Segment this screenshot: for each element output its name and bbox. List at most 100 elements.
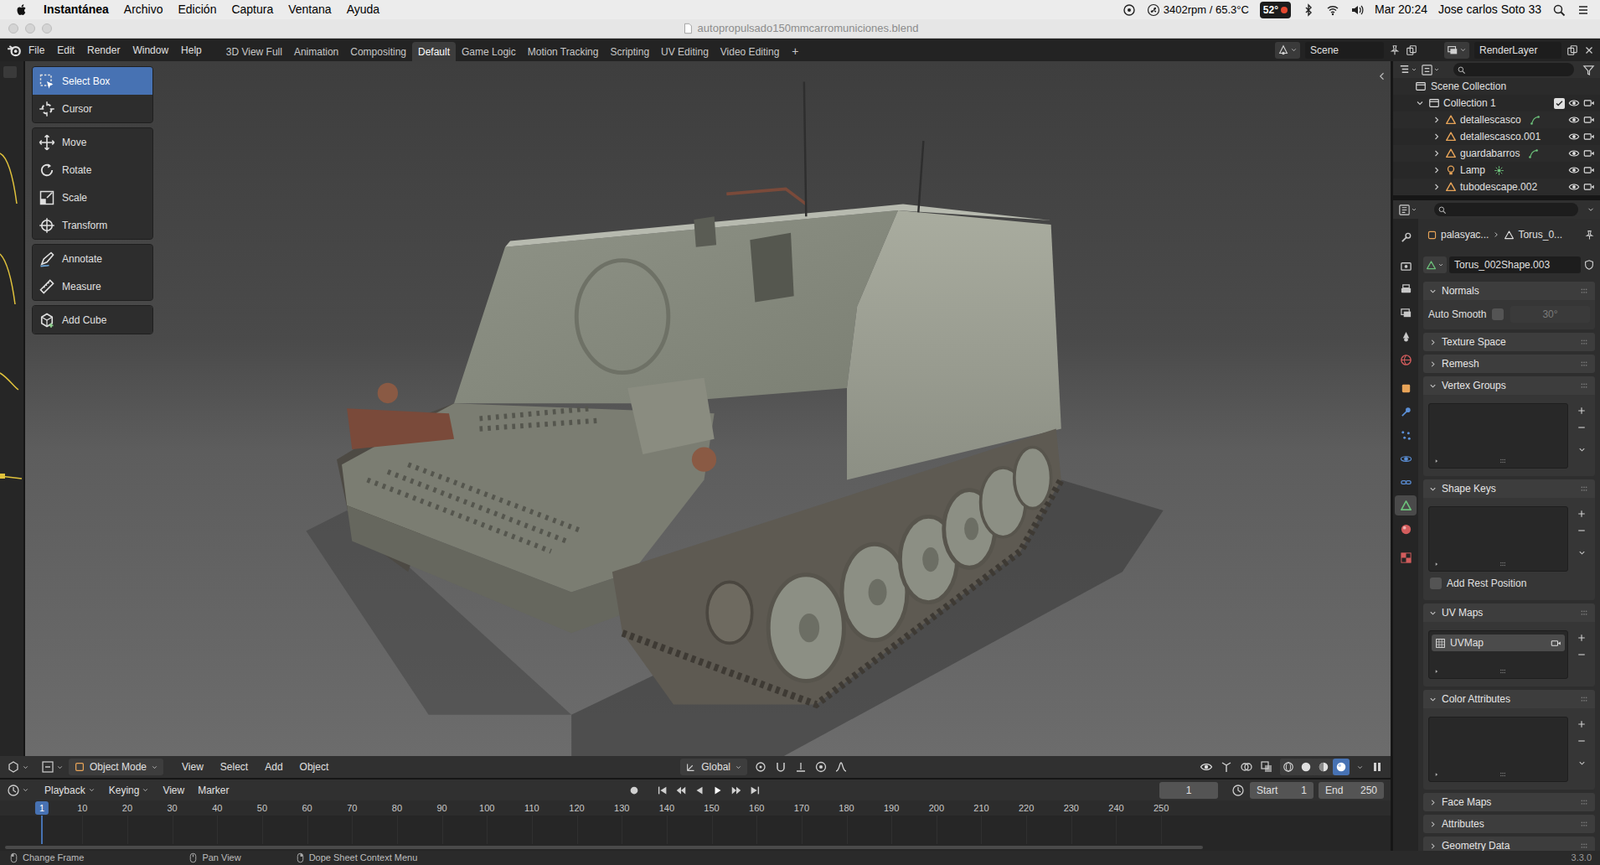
frame-ruler[interactable]: 1020304050607080901001101201301401501601… xyxy=(0,800,1391,816)
viewport-render[interactable] xyxy=(25,61,1391,756)
drag-handle-icon[interactable] xyxy=(1578,335,1590,348)
clock[interactable]: Mar 20:24 xyxy=(1374,0,1428,19)
timeline-scrollbar[interactable] xyxy=(5,845,1203,849)
timeline-menu[interactable]: Keying xyxy=(108,782,150,798)
blender-logo-icon[interactable] xyxy=(6,42,22,58)
specials-menu-button[interactable] xyxy=(1573,441,1590,457)
list-resize-grip-icon[interactable] xyxy=(1496,769,1510,780)
scene-selector[interactable] xyxy=(1274,41,1301,59)
snap-icon[interactable] xyxy=(774,759,788,774)
workspace-tab[interactable]: Video Editing xyxy=(714,41,786,62)
properties-tab[interactable] xyxy=(1394,278,1417,300)
panel-header[interactable]: Color Attributes xyxy=(1423,689,1595,708)
visibility-toggle-icon[interactable] xyxy=(1568,130,1580,143)
remove-item-button[interactable] xyxy=(1573,732,1590,749)
menu-item[interactable]: Add xyxy=(264,758,283,775)
dropdown-arrow-icon[interactable] xyxy=(21,763,30,771)
pin-icon[interactable] xyxy=(1388,44,1401,57)
timeline-menu[interactable]: View xyxy=(162,782,185,798)
list-box[interactable] xyxy=(1428,716,1569,782)
view-layer-field[interactable]: RenderLayer xyxy=(1474,41,1562,59)
preview-range-icon[interactable] xyxy=(1231,783,1245,797)
auto-smooth-checkbox[interactable] xyxy=(1491,308,1504,320)
dropdown-arrow-icon[interactable] xyxy=(1410,206,1418,213)
breadcrumb-object[interactable]: palasyac... xyxy=(1440,227,1489,243)
angle-field[interactable]: 30° xyxy=(1510,305,1590,323)
list-resize-grip-icon[interactable] xyxy=(1496,665,1510,677)
modifier-icon[interactable] xyxy=(1529,114,1541,126)
remove-item-button[interactable] xyxy=(1573,646,1590,662)
properties-tab[interactable] xyxy=(1394,471,1417,492)
panel-header[interactable]: Normals xyxy=(1423,281,1595,300)
playhead[interactable]: 1 xyxy=(35,800,49,815)
wifi-icon[interactable] xyxy=(1326,3,1340,17)
play-icon[interactable] xyxy=(712,784,724,796)
start-frame-field[interactable]: Start1 xyxy=(1249,781,1314,799)
properties-tab[interactable] xyxy=(1394,518,1417,539)
outliner-search[interactable] xyxy=(1453,62,1575,77)
properties-tab[interactable] xyxy=(1394,424,1417,445)
properties-tab[interactable] xyxy=(1394,401,1417,422)
menu-item[interactable]: Captura xyxy=(231,0,274,19)
render-pause-icon[interactable] xyxy=(1370,759,1384,774)
3d-viewport[interactable]: Select BoxCursorMoveRotateScaleTransform… xyxy=(25,61,1391,756)
scene-name-field[interactable]: Scene xyxy=(1305,41,1384,59)
dropdown-arrow-icon[interactable] xyxy=(56,763,64,771)
specials-menu-button[interactable] xyxy=(1573,544,1590,560)
gizmo-icon[interactable] xyxy=(1219,759,1234,774)
expand-arrow-icon[interactable] xyxy=(1431,165,1442,176)
timeline-menu[interactable]: Playback xyxy=(44,782,96,798)
visibility-toggle-icon[interactable] xyxy=(1568,164,1580,176)
expand-arrow-icon[interactable] xyxy=(1431,181,1442,192)
menu-item[interactable]: File xyxy=(28,42,45,58)
fake-user-icon[interactable] xyxy=(1583,258,1595,271)
apple-icon[interactable] xyxy=(15,3,29,17)
visibility-toggle-icon[interactable] xyxy=(1568,113,1580,126)
mesh-browse-button[interactable] xyxy=(1423,256,1447,274)
add-item-button[interactable] xyxy=(1573,505,1590,522)
dropdown-arrow-icon[interactable] xyxy=(21,785,30,794)
visibility-toggle-icon[interactable] xyxy=(1568,147,1580,160)
expand-arrow-icon[interactable] xyxy=(1431,148,1442,159)
spotlight-icon[interactable] xyxy=(1552,3,1566,17)
render-toggle-icon[interactable] xyxy=(1583,164,1595,176)
fan-monitor[interactable]: 3402rpm / 65.3°C xyxy=(1146,1,1250,19)
filter-icon[interactable] xyxy=(1582,63,1595,77)
exclude-checkbox[interactable] xyxy=(1553,98,1565,109)
list-box[interactable] xyxy=(1428,505,1569,572)
menu-item[interactable]: Ventana xyxy=(288,0,331,19)
previous-keyframe-icon[interactable] xyxy=(675,784,687,796)
workspace-tab[interactable]: 3D View Full xyxy=(220,41,289,62)
view-layer-selector[interactable] xyxy=(1444,41,1470,59)
properties-tab[interactable] xyxy=(1394,349,1417,370)
drag-handle-icon[interactable] xyxy=(1578,482,1590,495)
dropdown-arrow-icon[interactable] xyxy=(1356,763,1364,771)
outliner[interactable]: Scene CollectionCollection 1detallescasc… xyxy=(1393,61,1600,196)
shading-mode-button[interactable] xyxy=(1280,758,1297,775)
tool-button[interactable]: Cursor xyxy=(32,94,153,123)
editor-type-icon[interactable] xyxy=(6,783,21,797)
editor-type-icon[interactable] xyxy=(6,759,21,774)
falloff-icon[interactable] xyxy=(834,759,848,774)
jump-end-icon[interactable] xyxy=(748,784,761,796)
tank-model[interactable] xyxy=(305,81,1163,756)
menu-item[interactable]: Window xyxy=(132,42,169,58)
timeline-track[interactable] xyxy=(0,815,1391,844)
shading-mode-button[interactable] xyxy=(1315,758,1332,775)
menu-item[interactable]: Edit xyxy=(56,42,75,58)
add-item-button[interactable] xyxy=(1573,629,1590,646)
outliner-row[interactable]: guardabarros xyxy=(1393,144,1600,162)
tool-button[interactable]: Add Cube xyxy=(32,305,153,334)
zoom-button[interactable] xyxy=(41,23,52,34)
tool-button[interactable]: Move xyxy=(32,128,153,156)
shading-mode-button[interactable] xyxy=(1332,758,1350,775)
tool-button[interactable]: Measure xyxy=(32,272,153,300)
menu-item[interactable]: Archivo xyxy=(123,0,164,19)
minimize-button[interactable] xyxy=(25,23,36,34)
drag-handle-icon[interactable] xyxy=(1578,795,1590,808)
outliner-editor-icon[interactable] xyxy=(1398,63,1411,77)
workspace-tab[interactable]: Compositing xyxy=(344,41,413,62)
option-label[interactable]: Add Rest Position xyxy=(1446,575,1527,591)
drag-handle-icon[interactable] xyxy=(1578,606,1590,619)
workspace-tab[interactable]: UV Editing xyxy=(655,41,715,62)
